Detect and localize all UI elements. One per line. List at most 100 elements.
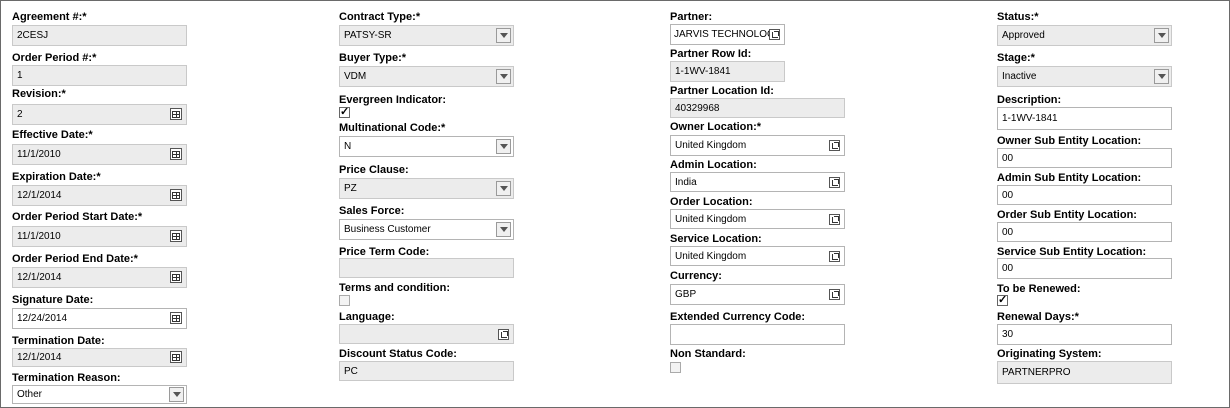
label-text: Stage: [997, 52, 1031, 64]
picker-icon[interactable] [829, 177, 840, 188]
required-mark: * [415, 11, 421, 23]
admin-location-input[interactable]: India [670, 172, 845, 192]
discount-input[interactable]: PC [339, 361, 514, 381]
owner-location-input[interactable]: United Kingdom [670, 135, 845, 156]
service-location-label: Service Location: [670, 233, 762, 245]
picker-icon[interactable] [829, 214, 840, 225]
stage-label: Stage:* [997, 52, 1035, 65]
status-value: Approved [1002, 30, 1045, 41]
termination-date-value: 12/1/2014 [17, 352, 62, 363]
stage-select[interactable]: Inactive [997, 66, 1172, 87]
termination-date-label: Termination Date: [12, 335, 105, 347]
effective-date-input[interactable]: 11/1/2010 [12, 144, 187, 165]
revision-value: 2 [17, 109, 23, 120]
multinational-select[interactable]: N [339, 136, 514, 157]
chevron-down-icon[interactable] [496, 139, 511, 154]
order-location-input[interactable]: United Kingdom [670, 209, 845, 229]
admin-sub-label: Admin Sub Entity Location: [997, 172, 1142, 184]
buyer-type-value: VDM [344, 71, 367, 82]
price-clause-select[interactable]: PZ [339, 178, 514, 199]
op-start-date-value: 11/1/2010 [17, 231, 61, 242]
required-mark: * [92, 52, 97, 64]
currency-input[interactable]: GBP [670, 284, 845, 305]
agreement-number-input[interactable]: 2CESJ [12, 25, 187, 46]
chevron-down-icon[interactable] [169, 387, 184, 402]
chevron-down-icon[interactable] [1154, 28, 1169, 43]
calendar-icon[interactable] [170, 230, 182, 242]
renewal-days-label: Renewal Days:* [997, 311, 1079, 324]
terms-checkbox[interactable] [339, 295, 350, 306]
chevron-down-icon[interactable] [496, 69, 511, 84]
chevron-down-icon[interactable] [1154, 69, 1169, 84]
required-mark: * [133, 253, 138, 265]
status-select[interactable]: Approved [997, 25, 1172, 46]
owner-sub-input[interactable]: 00 [997, 148, 1172, 168]
renewal-days-input[interactable]: 30 [997, 324, 1172, 345]
label-text: Status: [997, 11, 1035, 23]
language-input[interactable] [339, 324, 514, 344]
calendar-icon[interactable] [170, 351, 182, 363]
picker-icon[interactable] [829, 251, 840, 262]
required-mark: * [1074, 311, 1079, 323]
owner-location-label: Owner Location:* [670, 121, 761, 134]
expiration-date-input[interactable]: 12/1/2014 [12, 185, 187, 206]
multinational-label: Multinational Code:* [339, 122, 445, 135]
calendar-icon[interactable] [170, 148, 182, 160]
non-standard-checkbox[interactable] [670, 362, 681, 373]
label-text: Order Period #: [12, 52, 93, 64]
contract-type-select[interactable]: PATSY-SR [339, 25, 514, 46]
order-sub-input[interactable]: 00 [997, 222, 1172, 242]
partner-input[interactable]: JARVIS TECHNOLOG [670, 24, 785, 45]
picker-icon[interactable] [498, 329, 509, 340]
chevron-down-icon[interactable] [496, 222, 511, 237]
order-location-label: Order Location: [670, 196, 753, 208]
originating-system-input[interactable]: PARTNERPRO [997, 361, 1172, 384]
admin-location-label: Admin Location: [670, 159, 757, 171]
sales-force-value: Business Customer [344, 224, 431, 235]
description-label: Description: [997, 94, 1062, 106]
order-location-value: United Kingdom [675, 214, 747, 225]
description-input[interactable]: 1-1WV-1841 [997, 107, 1172, 130]
required-mark: * [1034, 11, 1039, 23]
chevron-down-icon[interactable] [496, 28, 511, 43]
service-location-value: United Kingdom [675, 251, 747, 262]
admin-sub-input[interactable]: 00 [997, 185, 1172, 205]
owner-location-value: United Kingdom [675, 140, 747, 151]
label-text: Expiration Date: [12, 171, 97, 183]
buyer-type-label: Buyer Type:* [339, 52, 406, 65]
picker-icon[interactable] [829, 289, 840, 300]
order-period-input[interactable]: 1 [12, 65, 187, 86]
price-clause-label: Price Clause: [339, 164, 409, 176]
label-text: Order Period End Date: [12, 253, 134, 265]
buyer-type-select[interactable]: VDM [339, 66, 514, 87]
to-be-renewed-checkbox[interactable]: ✓ [997, 295, 1008, 306]
label-text: Effective Date: [12, 129, 89, 141]
picker-icon[interactable] [829, 140, 840, 151]
sales-force-select[interactable]: Business Customer [339, 219, 514, 240]
revision-input[interactable]: 2 [12, 104, 187, 125]
label-text: Multinational Code: [339, 122, 442, 134]
partner-row-input[interactable]: 1-1WV-1841 [670, 61, 785, 82]
termination-reason-select[interactable]: Other [12, 385, 187, 404]
ext-currency-label: Extended Currency Code: [670, 311, 806, 323]
effective-date-value: 11/1/2010 [17, 149, 61, 160]
service-location-input[interactable]: United Kingdom [670, 246, 845, 266]
required-mark: * [88, 129, 93, 141]
picker-icon[interactable] [769, 29, 780, 40]
owner-sub-label: Owner Sub Entity Location: [997, 135, 1142, 147]
termination-date-input[interactable]: 12/1/2014 [12, 348, 187, 367]
calendar-icon[interactable] [170, 189, 182, 201]
label-text: Renewal Days: [997, 311, 1075, 323]
ext-currency-input[interactable] [670, 324, 845, 345]
signature-date-input[interactable]: 12/24/2014 [12, 308, 187, 329]
op-start-date-input[interactable]: 11/1/2010 [12, 226, 187, 247]
service-sub-input[interactable]: 00 [997, 258, 1172, 279]
chevron-down-icon[interactable] [496, 181, 511, 196]
op-end-date-input[interactable]: 12/1/2014 [12, 267, 187, 288]
calculator-icon[interactable] [170, 108, 182, 120]
calendar-icon[interactable] [170, 312, 182, 324]
calendar-icon[interactable] [170, 271, 182, 283]
price-term-input[interactable] [339, 258, 514, 278]
partner-location-input[interactable]: 40329968 [670, 98, 845, 118]
evergreen-checkbox[interactable]: ✓ [339, 107, 350, 118]
